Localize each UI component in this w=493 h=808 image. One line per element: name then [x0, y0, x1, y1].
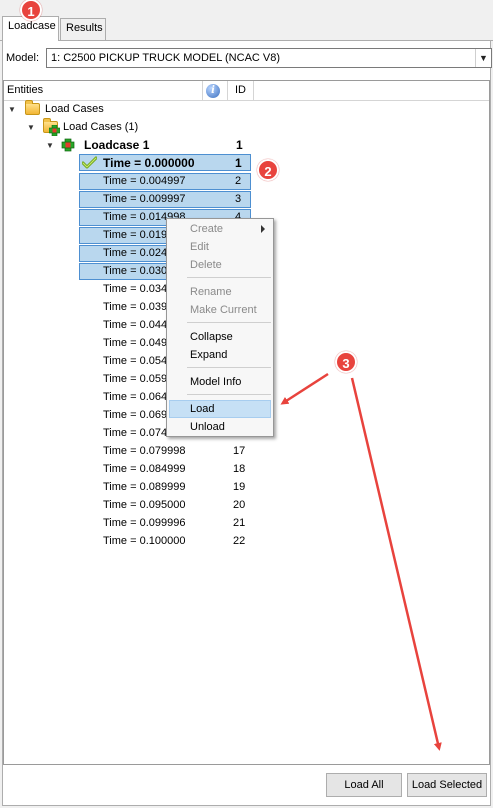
menu-item-model-info[interactable]: Model Info	[169, 373, 271, 391]
time-step-id: 1	[235, 156, 242, 170]
time-step-id: 17	[233, 445, 246, 457]
column-header-info[interactable]: i	[203, 81, 228, 100]
tree-node-label: Load Cases (1)	[63, 121, 139, 133]
menu-item-unload[interactable]: Unload	[169, 418, 271, 436]
collapse-icon[interactable]: ▼	[27, 123, 35, 132]
menu-separator	[187, 322, 271, 323]
time-step-row[interactable]: Time = 0.100000 22	[79, 533, 251, 550]
menu-item-load[interactable]: Load	[169, 400, 271, 418]
collapse-icon[interactable]: ▼	[46, 141, 54, 150]
column-header-entities[interactable]: Entities	[4, 81, 203, 100]
tree-header: Entities i ID	[4, 81, 489, 101]
time-step-row[interactable]: Time = 0.095000 20	[79, 497, 251, 514]
checkmark-icon	[82, 156, 97, 169]
time-step-label: Time = 0.100000	[103, 535, 186, 547]
time-step-label: Time = 0.009997	[103, 193, 186, 205]
model-label: Model:	[6, 52, 40, 64]
time-step-label: Time = 0.000000	[103, 156, 195, 170]
folder-icon	[25, 100, 40, 115]
collapse-icon[interactable]: ▼	[8, 105, 16, 114]
time-step-label: Time = 0.099996	[103, 517, 186, 529]
load-selected-button[interactable]: Load Selected	[407, 773, 487, 797]
chevron-down-icon[interactable]: ▼	[475, 49, 491, 67]
time-step-id: 18	[233, 463, 246, 475]
time-step-row[interactable]: Time = 0.089999 19	[79, 479, 251, 496]
time-step-label: Time = 0.095000	[103, 499, 186, 511]
menu-separator	[187, 277, 271, 278]
time-step-label: Time = 0.079998	[103, 445, 186, 457]
menu-item-collapse[interactable]: Collapse	[169, 328, 271, 346]
menu-item-make-current[interactable]: Make Current	[169, 301, 271, 319]
submenu-arrow-icon	[261, 225, 265, 233]
time-step-id: 2	[235, 175, 242, 187]
annotation-badge-1: 1	[20, 0, 42, 21]
menu-item-delete[interactable]: Delete	[169, 256, 271, 274]
time-step-row[interactable]: Time = 0.084999 18	[79, 461, 251, 478]
column-header-id[interactable]: ID	[228, 81, 254, 100]
time-step-label: Time = 0.089999	[103, 481, 186, 493]
menu-item-edit[interactable]: Edit	[169, 238, 271, 256]
time-step-id: 3	[235, 193, 242, 205]
time-step-label: Time = 0.004997	[103, 175, 186, 187]
menu-item-expand[interactable]: Expand	[169, 346, 271, 364]
tree-node-label: Load Cases	[45, 103, 104, 115]
tree-node-loadcase-1[interactable]: ▼ Loadcase 1 1	[46, 137, 251, 155]
loadcase-icon	[61, 138, 75, 152]
menu-item-rename[interactable]: Rename	[169, 283, 271, 301]
load-all-button[interactable]: Load All	[326, 773, 402, 797]
time-step-row[interactable]: Time = 0.009997 3	[79, 191, 251, 208]
time-step-row[interactable]: Time = 0.099996 21	[79, 515, 251, 532]
menu-item-label: Create	[190, 223, 224, 235]
info-icon: i	[206, 84, 220, 98]
time-step-id: 22	[233, 535, 246, 547]
tree-node-label: Loadcase 1	[84, 138, 150, 152]
time-step-id: 20	[233, 499, 246, 511]
tab-results[interactable]: Results	[60, 18, 106, 40]
annotation-badge-3: 3	[335, 351, 357, 373]
model-row: Model: 1: C2500 PICKUP TRUCK MODEL (NCAC…	[6, 48, 492, 68]
model-select[interactable]: 1: C2500 PICKUP TRUCK MODEL (NCAC V8) ▼	[46, 48, 492, 68]
model-value: 1: C2500 PICKUP TRUCK MODEL (NCAC V8)	[51, 52, 281, 64]
tab-bar: Loadcase Results	[0, 0, 493, 41]
time-step-id: 21	[233, 517, 246, 529]
menu-item-create[interactable]: Create	[169, 220, 271, 238]
loadcase-plus-icon	[49, 125, 60, 136]
context-menu: Create Edit Delete Rename Make Current C…	[166, 218, 274, 437]
time-step-row[interactable]: Time = 0.004997 2	[79, 173, 251, 190]
time-step-row[interactable]: Time = 0.000000 1	[79, 154, 251, 171]
time-step-id: 19	[233, 481, 246, 493]
time-step-label: Time = 0.084999	[103, 463, 186, 475]
time-step-row[interactable]: Time = 0.079998 17	[79, 443, 251, 460]
annotation-badge-2: 2	[257, 159, 279, 181]
tree-node-id: 1	[236, 138, 243, 152]
menu-separator	[187, 367, 271, 368]
menu-separator	[187, 394, 271, 395]
